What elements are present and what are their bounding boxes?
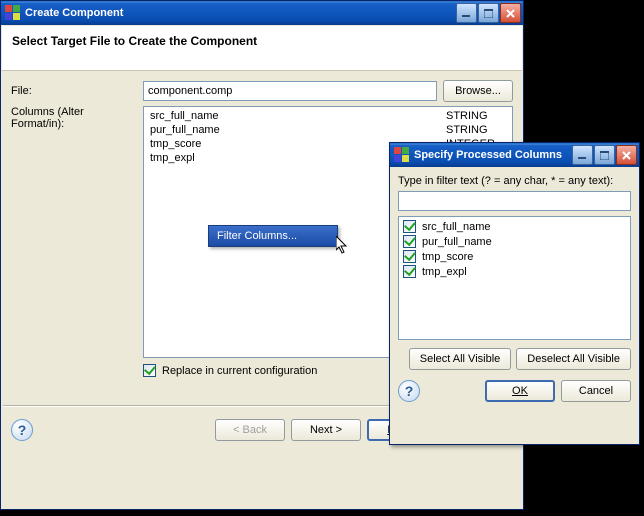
list-item[interactable]: tmp_score	[401, 249, 628, 264]
checkbox[interactable]	[403, 220, 416, 233]
file-input[interactable]	[143, 81, 437, 101]
list-item[interactable]: src_full_name STRING	[146, 109, 510, 123]
context-menu: Filter Columns...	[208, 225, 338, 247]
browse-button[interactable]: Browse...	[443, 80, 513, 102]
back-button[interactable]: < Back	[215, 419, 285, 441]
window-controls	[455, 3, 521, 23]
maximize-button[interactable]	[478, 3, 499, 23]
list-item[interactable]: tmp_expl	[401, 264, 628, 279]
checkbox[interactable]	[403, 265, 416, 278]
ok-button[interactable]: OK	[485, 380, 555, 402]
list-item[interactable]: src_full_name	[401, 219, 628, 234]
close-button[interactable]	[616, 145, 637, 165]
titlebar[interactable]: Create Component	[1, 1, 523, 25]
filter-input[interactable]	[398, 191, 631, 211]
filter-columns-menu-item[interactable]: Filter Columns...	[209, 226, 337, 246]
checkbox[interactable]	[403, 235, 416, 248]
window-controls	[571, 145, 637, 165]
window-title: Create Component	[25, 7, 455, 19]
specify-processed-columns-window: Specify Processed Columns Type in filter…	[389, 142, 640, 445]
cursor-icon	[336, 236, 350, 256]
replace-label: Replace in current configuration	[162, 365, 317, 377]
file-label: File:	[11, 85, 137, 97]
select-all-button[interactable]: Select All Visible	[409, 348, 512, 370]
list-item[interactable]: pur_full_name	[401, 234, 628, 249]
deselect-all-button[interactable]: Deselect All Visible	[516, 348, 631, 370]
help-button[interactable]: ?	[11, 419, 33, 441]
window-title: Specify Processed Columns	[414, 149, 571, 161]
cancel-button[interactable]: Cancel	[561, 380, 631, 402]
filter-label: Type in filter text (? = any char, * = a…	[398, 175, 631, 187]
columns-label: Columns (Alter Format/in):	[11, 106, 137, 130]
replace-checkbox[interactable]	[143, 364, 156, 377]
app-icon	[5, 5, 21, 21]
wizard-heading: Select Target File to Create the Compone…	[2, 26, 522, 71]
maximize-button[interactable]	[594, 145, 615, 165]
minimize-button[interactable]	[572, 145, 593, 165]
app-icon	[394, 147, 410, 163]
close-button[interactable]	[500, 3, 521, 23]
minimize-button[interactable]	[456, 3, 477, 23]
help-button[interactable]: ?	[398, 380, 420, 402]
titlebar[interactable]: Specify Processed Columns	[390, 143, 639, 167]
next-button[interactable]: Next >	[291, 419, 361, 441]
list-item[interactable]: pur_full_name STRING	[146, 123, 510, 137]
checkbox[interactable]	[403, 250, 416, 263]
column-checklist[interactable]: src_full_name pur_full_name tmp_score tm…	[398, 216, 631, 340]
